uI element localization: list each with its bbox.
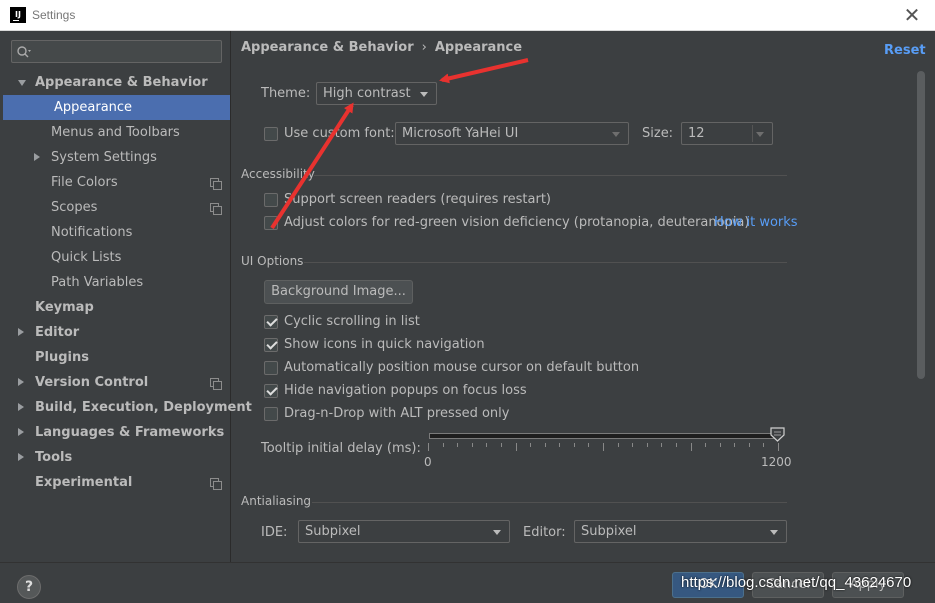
annotation-arrow-to-theme xyxy=(439,58,529,84)
annotation-arrow-to-theme-from-below xyxy=(270,102,354,230)
annotation-arrows xyxy=(270,58,529,230)
